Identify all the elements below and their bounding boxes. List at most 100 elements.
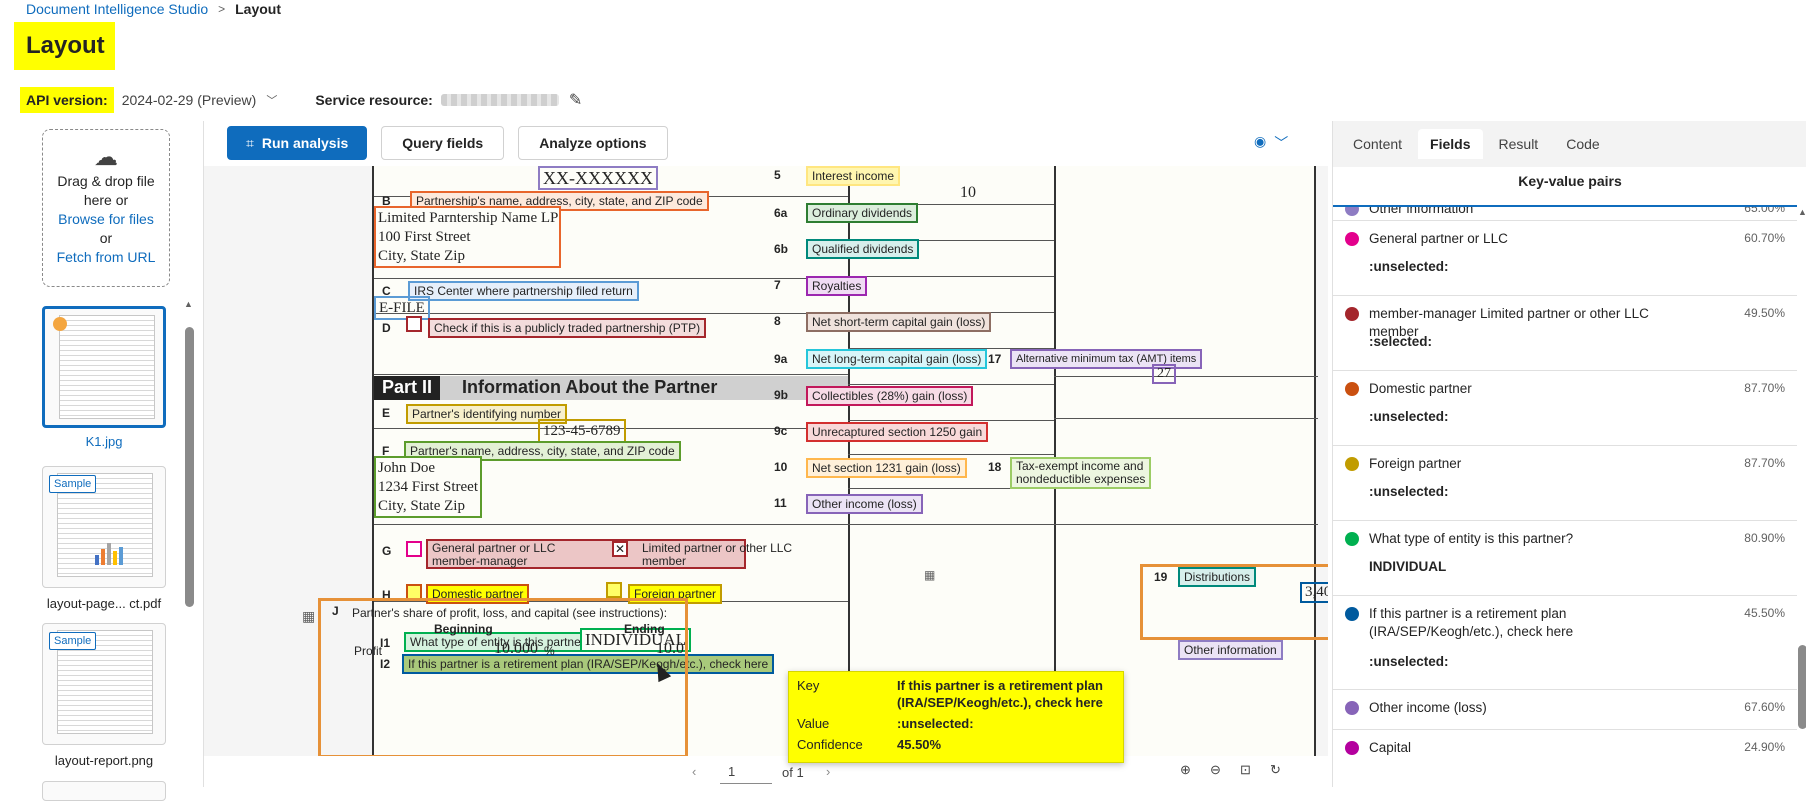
next-page-icon[interactable]: ›	[826, 764, 830, 779]
kv-item[interactable]: Other information 65.00%	[1333, 207, 1797, 221]
field-line-20[interactable]: Other information	[1178, 640, 1283, 660]
tab-content[interactable]: Content	[1341, 129, 1414, 159]
kv-item[interactable]: General partner or LLC 60.70% :unselecte…	[1333, 221, 1797, 296]
kv-item[interactable]: member-manager Limited partner or other …	[1333, 296, 1797, 371]
field-line-11[interactable]: Other income (loss)	[806, 494, 923, 514]
results-panel: Content Fields Result Code Key-value pai…	[1332, 121, 1806, 787]
color-dot-icon	[1345, 307, 1359, 321]
checkbox-general-partner[interactable]	[406, 541, 422, 557]
results-tabs: Content Fields Result Code	[1333, 121, 1806, 167]
rotate-icon[interactable]: ↻	[1270, 762, 1281, 778]
zoom-in-icon[interactable]: ⊕	[1180, 762, 1191, 778]
field-line-9a[interactable]: Net long-term capital gain (loss)	[806, 349, 988, 369]
scroll-up-icon[interactable]: ▲	[184, 299, 193, 309]
field-line-6a[interactable]: Ordinary dividends	[806, 203, 919, 223]
scrollbar-thumb[interactable]	[1798, 645, 1806, 729]
page-title: Layout	[14, 22, 115, 70]
kv-item[interactable]: Domestic partner 87.70% :unselected:	[1333, 371, 1797, 446]
scrollbar-thumb[interactable]	[185, 327, 194, 607]
kv-item[interactable]: If this partner is a retirement plan (IR…	[1333, 596, 1797, 690]
thumbnail-caption: layout-report.png	[54, 753, 154, 768]
page-navigator: ‹ 1 of 1 › ⊕ ⊖ ⊡ ↻	[204, 758, 1328, 787]
color-dot-icon	[1345, 607, 1359, 621]
thumbnail-next[interactable]	[42, 781, 166, 801]
drop-text-or2: or	[99, 230, 113, 246]
field-d-label[interactable]: Check if this is a publicly traded partn…	[428, 318, 707, 338]
thumbnail-layout-pdf[interactable]: Sample	[42, 466, 166, 588]
page-number-input[interactable]: 1	[720, 760, 772, 784]
service-resource-label: Service resource:	[315, 92, 433, 108]
field-line-9b[interactable]: Collectibles (28%) gain (loss)	[806, 386, 974, 406]
color-dot-icon	[1345, 232, 1359, 246]
line-label: D	[382, 321, 391, 335]
api-row: API version: 2024-02-29 (Preview) ﹀ Serv…	[20, 86, 582, 114]
drop-zone[interactable]: ☁ Drag & drop file here or Browse for fi…	[42, 129, 170, 287]
thumbnail-layout-report[interactable]: Sample	[42, 623, 166, 745]
thumbnail-k1[interactable]	[42, 306, 166, 428]
chevron-right-icon: >	[218, 2, 226, 16]
field-f-value[interactable]: John Doe 1234 First Street City, State Zip	[374, 456, 482, 518]
field-line-7[interactable]: Royalties	[806, 276, 868, 296]
color-dot-icon	[1345, 382, 1359, 396]
browse-files-link[interactable]: Browse for files	[43, 210, 169, 229]
api-version-dropdown[interactable]: 2024-02-29 (Preview)	[122, 92, 257, 108]
field-line-10[interactable]: Net section 1231 gain (loss)	[806, 458, 967, 478]
field-tooltip: Key If this partner is a retirement plan …	[788, 671, 1124, 763]
kv-header: Key-value pairs	[1518, 173, 1622, 189]
line-5-value: 10	[960, 184, 976, 201]
edit-icon[interactable]: ✎	[569, 90, 582, 110]
breadcrumb-root-link[interactable]: Document Intelligence Studio	[26, 1, 208, 17]
table-icon[interactable]: ▦	[924, 568, 935, 582]
checkbox-foreign[interactable]	[606, 582, 622, 598]
scan-icon: ⌗	[246, 134, 254, 151]
document-viewer[interactable]: XX-XXXXXX B Partnership's name, address,…	[204, 166, 1328, 756]
checkbox-ptp[interactable]	[406, 316, 422, 332]
fit-page-icon[interactable]: ⊡	[1240, 762, 1251, 778]
field-line-18[interactable]: Tax-exempt income and nondeductible expen…	[1010, 457, 1152, 489]
color-dot-icon	[1345, 741, 1359, 755]
field-b-value[interactable]: Limited Parntership Name LP 100 First Str…	[374, 206, 561, 268]
tab-result[interactable]: Result	[1487, 129, 1551, 159]
color-dot-icon	[1345, 701, 1359, 715]
tab-code[interactable]: Code	[1554, 129, 1611, 159]
color-dot-icon	[1345, 457, 1359, 471]
field-line-9c[interactable]: Unrecaptured section 1250 gain	[806, 422, 989, 442]
visibility-toggle[interactable]: ◉ ﹀	[1254, 133, 1288, 153]
drop-text: Drag & drop file	[57, 173, 155, 189]
query-fields-button[interactable]: Query fields	[381, 126, 505, 160]
field-c-label[interactable]: IRS Center where partnership filed retur…	[408, 281, 639, 301]
color-dot-icon	[1345, 207, 1359, 216]
field-line-5[interactable]: Interest income	[806, 166, 901, 186]
kv-list[interactable]: Other information 65.00% General partner…	[1333, 207, 1797, 787]
drop-text-or: here or	[83, 192, 129, 208]
kv-item[interactable]: Foreign partner 87.70% :unselected:	[1333, 446, 1797, 521]
kv-scrollbar[interactable]: ▲	[1797, 207, 1806, 787]
run-analysis-button[interactable]: ⌗ Run analysis	[227, 126, 368, 160]
table-icon[interactable]: ▦	[302, 608, 315, 625]
kv-item[interactable]: Capital 24.90%	[1333, 730, 1797, 770]
checkbox-limited-partner[interactable]: ✕	[612, 541, 628, 557]
thumbnail-scrollbar[interactable]: ▲	[184, 299, 194, 727]
chevron-down-icon[interactable]: ﹀	[266, 92, 277, 108]
zoom-out-icon[interactable]: ⊖	[1210, 762, 1221, 778]
kv-item[interactable]: Other income (loss) 67.60%	[1333, 690, 1797, 730]
breadcrumb-current: Layout	[235, 1, 282, 17]
fetch-url-link[interactable]: Fetch from URL	[43, 248, 169, 267]
line-label: G	[382, 544, 392, 558]
field-line-19[interactable]: Distributions	[1178, 567, 1257, 587]
field-line-6b[interactable]: Qualified dividends	[806, 239, 920, 259]
service-resource-value	[440, 94, 559, 106]
tooltip-confidence: 45.50%	[897, 737, 942, 752]
page-count: of 1	[782, 765, 804, 780]
bar-chart-icon	[95, 543, 123, 565]
kv-item[interactable]: What type of entity is this partner? 80.…	[1333, 521, 1797, 596]
field-g-selection[interactable]: General partner or LLC member-manager Li…	[426, 539, 792, 569]
api-version-label: API version:	[20, 87, 114, 113]
scroll-up-icon[interactable]: ▲	[1798, 207, 1806, 217]
previous-page-icon[interactable]: ‹	[692, 764, 696, 779]
field-line-8[interactable]: Net short-term capital gain (loss)	[806, 312, 992, 332]
tab-fields[interactable]: Fields	[1418, 129, 1483, 159]
field-e-value[interactable]: 123-45-6789	[538, 419, 626, 443]
analyze-options-button[interactable]: Analyze options	[518, 126, 668, 160]
sample-badge: Sample	[49, 475, 97, 493]
